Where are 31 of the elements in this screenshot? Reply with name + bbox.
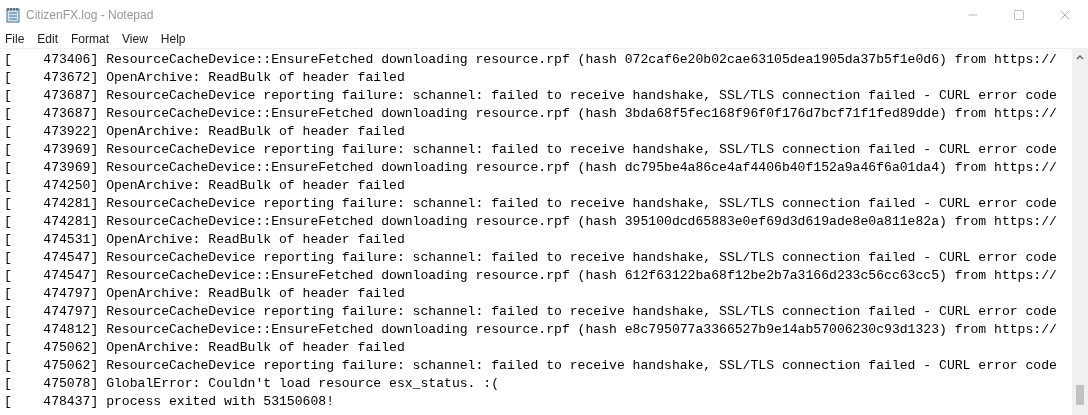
- menu-item[interactable]: Format: [70, 32, 117, 46]
- log-line: [ 473687] ResourceCacheDevice::EnsureFetched downloading resource.rpf (hash 3bda68f5fec168f96f0f176d7bcf71f1fed89dde) from https://: [4, 105, 1058, 123]
- scroll-up-icon[interactable]: [1076, 54, 1084, 60]
- log-line: [ 474281] ResourceCacheDevice::EnsureFetched downloading resource.rpf (hash 395100dcd65883e0ef69d3d619ade8e0a811e82a) from https://: [4, 213, 1058, 231]
- menu-item[interactable]: Edit: [36, 32, 66, 46]
- log-line: [ 474797] ResourceCacheDevice reporting failure: schannel: failed to receive handshake, SSL/TLS connection failed - CURL error code: [4, 303, 1058, 321]
- log-line: [ 473969] ResourceCacheDevice reporting failure: schannel: failed to receive handshake, SSL/TLS connection failed - CURL error code: [4, 141, 1058, 159]
- scroll-thumb[interactable]: [1076, 385, 1084, 405]
- scrollbar[interactable]: [1072, 49, 1088, 415]
- maximize-icon[interactable]: [1013, 9, 1025, 21]
- log-line: [ 474250] OpenArchive: ReadBulk of header failed: [4, 177, 406, 195]
- log-line: [ 474547] ResourceCacheDevice::EnsureFetched downloading resource.rpf (hash 612f63122ba68f12be2b7a3166d233c56cc63cc5) from https://: [4, 267, 1058, 285]
- log-line: [ 474281] ResourceCacheDevice reporting failure: schannel: failed to receive handshake, SSL/TLS connection failed - CURL error code: [4, 195, 1058, 213]
- log-line: [ 474797] OpenArchive: ReadBulk of header failed: [4, 285, 406, 303]
- log-line: [ 475062] ResourceCacheDevice reporting failure: schannel: failed to receive handshake, SSL/TLS connection failed - CURL error code: [4, 357, 1058, 375]
- log-line: [ 473687] ResourceCacheDevice reporting failure: schannel: failed to receive handshake, SSL/TLS connection failed - CURL error code: [4, 87, 1058, 105]
- notepad-icon: [6, 7, 20, 23]
- menu-item[interactable]: File: [4, 32, 32, 46]
- log-line: [ 473922] OpenArchive: ReadBulk of header failed: [4, 123, 406, 141]
- log-line: [ 475078] GlobalError: Couldn't load resource esx_status. :(: [4, 375, 501, 393]
- log-line: [ 475062] OpenArchive: ReadBulk of header failed: [4, 339, 406, 357]
- log-line: [ 474547] ResourceCacheDevice reporting failure: schannel: failed to receive handshake, SSL/TLS connection failed - CURL error code: [4, 249, 1058, 267]
- log-line: [ 474812] ResourceCacheDevice::EnsureFetched downloading resource.rpf (hash e8c795077a3366527b9e14ab57006230c93d1323) from https://: [4, 321, 1058, 339]
- log-line: [ 474531] OpenArchive: ReadBulk of header failed: [4, 231, 406, 249]
- log-line: [ 473969] ResourceCacheDevice::EnsureFetched downloading resource.rpf (hash dc795be4a86ce4af4406b40f152a9a46f6a01da4) from https://: [4, 159, 1058, 177]
- log-line: [ 473672] OpenArchive: ReadBulk of header failed: [4, 69, 406, 87]
- menu-item[interactable]: Help: [159, 32, 193, 46]
- log-line: [ 478437] process exited with 53150608!: [4, 393, 336, 411]
- menu-item[interactable]: View: [121, 32, 155, 46]
- window-title: CitizenFX.log - Notepad: [26, 8, 155, 22]
- log-line: [ 473406] ResourceCacheDevice::EnsureFetched downloading resource.rpf (hash 072caf6e20b02cae63105dea1905da37b5f1e0d6) from https://: [4, 51, 1058, 69]
